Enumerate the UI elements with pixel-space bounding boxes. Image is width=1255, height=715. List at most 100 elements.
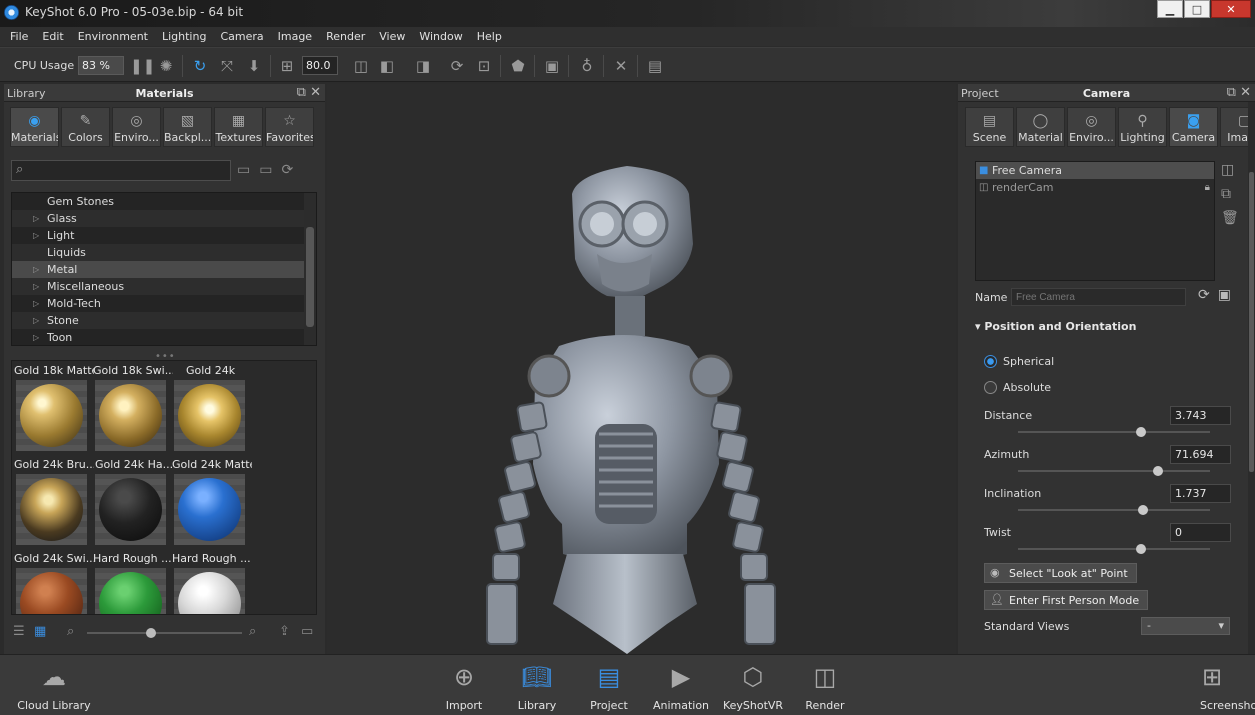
camera-item-rendercam[interactable]: ◫ renderCam 🔒︎ [976,179,1214,196]
standard-views-select[interactable]: - ▾ [1141,617,1230,635]
expand-arrow-icon[interactable]: ▷ [33,278,39,295]
menu-camera[interactable]: Camera [220,30,263,43]
menu-image[interactable]: Image [278,30,312,43]
material-thumbnail[interactable] [174,380,245,451]
tab-colors[interactable]: ✎ Colors [61,107,110,147]
tab-materials[interactable]: ◉ Materials [10,107,59,147]
delete-camera-icon[interactable]: 🗑︎ [1221,210,1239,226]
tree-scrollbar[interactable] [304,193,316,345]
expand-arrow-icon[interactable]: ▷ [33,295,39,312]
twist-slider-knob[interactable] [1135,544,1146,554]
tab-environments[interactable]: ◎ Enviro... [112,107,161,147]
material-thumbnail[interactable] [95,568,166,614]
expand-arrow-icon[interactable]: ▷ [33,312,39,329]
distance-slider-knob[interactable] [1135,427,1146,437]
resolution-input[interactable]: 80.0 [302,56,338,75]
perspective-icon[interactable]: ✕ [612,57,630,75]
cloud-library-button[interactable]: ☁ Cloud Library [14,655,94,712]
render-button[interactable]: ◫ Render [785,655,865,712]
tree-item-liquids[interactable]: Liquids [12,244,316,261]
center-geometry-icon[interactable]: ⬇ [245,57,263,75]
azimuth-slider-knob[interactable] [1153,466,1164,476]
camera-item-free-camera[interactable]: ■ Free Camera [976,162,1214,179]
twist-input[interactable]: 0 [1170,523,1231,542]
cpu-usage-select[interactable]: 83 % [78,56,124,75]
tree-item-mold-tech[interactable]: ▷ Mold-Tech [12,295,316,312]
undock-icon[interactable]: ⧉ [1227,85,1236,100]
menu-view[interactable]: View [379,30,405,43]
spherical-radio[interactable]: Spherical [984,354,1114,370]
menu-render[interactable]: Render [326,30,365,43]
tree-item-metal[interactable]: ▷ Metal [12,261,316,278]
material-thumbnail[interactable] [16,474,87,545]
position-orientation-section[interactable]: ▾ Position and Orientation [975,320,1136,333]
tab-lighting[interactable]: ⚲ Lighting [1118,107,1167,147]
zoom-in-icon[interactable]: ⌕ [249,624,256,639]
screenshot-tool-icon[interactable]: ◫ [352,57,370,75]
minimize-button[interactable]: ▁ [1157,0,1183,18]
list-view-icon[interactable]: ☰ [13,624,25,639]
library-refresh-icon[interactable]: ⟳ [281,162,293,178]
reset-icon[interactable]: ⟳ [1198,287,1210,303]
render-viewport[interactable] [327,84,956,654]
enter-first-person-mode-button[interactable]: 👤︎ Enter First Person Mode [984,590,1149,610]
duplicate-camera-icon[interactable]: ⧉ [1221,186,1239,202]
script-console-icon[interactable]: ▤ [646,57,664,75]
animation-button[interactable]: ▶ Animation [641,655,721,712]
menu-window[interactable]: Window [419,30,462,43]
tree-item-stone[interactable]: ▷ Stone [12,312,316,329]
material-picker-icon[interactable]: ♁ [578,57,596,75]
library-button[interactable]: 📖︎ Library [497,655,577,712]
material-thumbnail[interactable] [174,568,245,614]
refresh-icon[interactable]: ↻ [191,57,209,75]
menu-environment[interactable]: Environment [78,30,148,43]
tab-camera[interactable]: ◙ Camera [1169,107,1218,147]
maximize-button[interactable]: □ [1184,0,1210,18]
menu-help[interactable]: Help [477,30,502,43]
open-folder-icon[interactable]: ▭ [237,162,250,178]
menu-edit[interactable]: Edit [42,30,63,43]
presentation-mode-icon[interactable]: ▣ [543,57,561,75]
select-look-at-point-button[interactable]: ◉ Select "Look at" Point [984,563,1137,583]
absolute-radio[interactable]: Absolute [984,380,1114,396]
tree-item-light[interactable]: ▷ Light [12,227,316,244]
import-button[interactable]: ⊕ Import [424,655,504,712]
reset-camera-icon[interactable]: ⟳ [448,57,466,75]
screenshot-button[interactable]: ⊞ Screensho [1190,655,1255,712]
upload-icon[interactable]: ⇪ [279,624,290,639]
tab-scene[interactable]: ▤ Scene [965,107,1014,147]
material-thumbnail[interactable] [16,568,87,614]
inclination-slider-knob[interactable] [1137,505,1148,515]
folder-add-icon[interactable]: ▭ [259,162,272,178]
inclination-slider[interactable] [1018,509,1210,511]
library-search-input[interactable]: ⌕ [11,160,231,181]
grid-view-icon[interactable]: ▦ [34,624,46,639]
material-thumbnail[interactable] [95,380,166,451]
tab-textures[interactable]: ▦ Textures [214,107,263,147]
twist-slider[interactable] [1018,548,1210,550]
tree-item-gem-stones[interactable]: Gem Stones [12,193,316,210]
material-thumbnail[interactable] [16,380,87,451]
tab-material[interactable]: ◯ Material [1016,107,1065,147]
lock-icon[interactable]: 🔒︎ [1205,179,1210,196]
tab-environment[interactable]: ◎ Enviro... [1067,107,1116,147]
fit-view-icon[interactable]: ⤧ [218,57,236,75]
expand-arrow-icon[interactable]: ▷ [33,261,39,278]
expand-arrow-icon[interactable]: ▷ [33,210,39,227]
menu-file[interactable]: File [10,30,28,43]
tab-backplates[interactable]: ▧ Backpl... [163,107,212,147]
panel-close-icon[interactable]: ✕ [310,85,321,100]
folder-icon[interactable]: ▭ [301,624,313,639]
geometry-view-icon[interactable]: ⬟ [509,57,527,75]
zoom-out-icon[interactable]: ⌕ [67,624,74,639]
camera-list-icon[interactable]: ◨ [414,57,432,75]
tree-item-toon[interactable]: ▷ Toon [12,329,316,345]
close-button[interactable]: ✕ [1211,0,1251,18]
save-icon[interactable]: ▣ [1218,287,1231,303]
project-scrollbar[interactable] [1248,102,1255,654]
performance-mode-icon[interactable]: ✺ [157,57,175,75]
material-thumbnail[interactable] [95,474,166,545]
expand-arrow-icon[interactable]: ▷ [33,329,39,345]
distance-slider[interactable] [1018,431,1210,433]
keyshotvr-button[interactable]: ⬡ KeyShotVR [713,655,793,712]
